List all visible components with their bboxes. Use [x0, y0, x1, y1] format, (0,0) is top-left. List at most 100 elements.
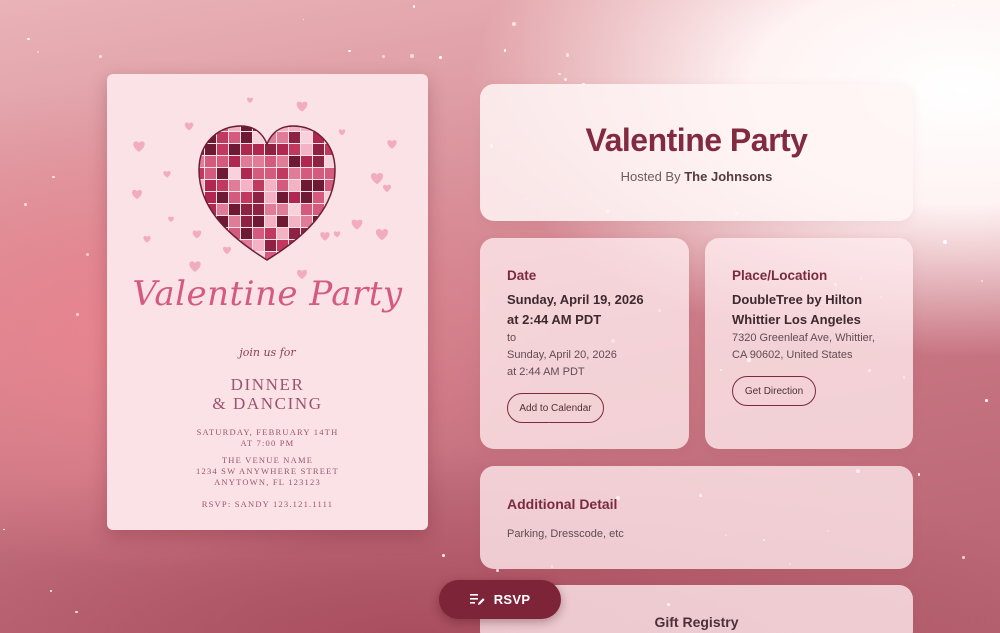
disco-tile — [265, 168, 276, 179]
small-heart — [296, 101, 308, 112]
disco-tile — [265, 216, 276, 227]
disco-tile — [277, 168, 288, 179]
gift-registry-label: Gift Registry — [654, 614, 739, 630]
disco-tile — [229, 144, 240, 155]
disco-tile — [289, 168, 300, 179]
disco-tile — [337, 204, 348, 215]
disco-tile — [289, 216, 300, 227]
sparkle — [2, 528, 5, 531]
start-date: Sunday, April 19, 2026 — [507, 292, 644, 307]
disco-tile — [301, 192, 312, 203]
disco-tile — [217, 252, 228, 260]
hosted-by-label: Hosted By — [620, 169, 681, 184]
sparkle — [564, 77, 568, 81]
disco-tile — [205, 156, 216, 167]
sparkle — [496, 569, 500, 573]
disco-tile — [301, 144, 312, 155]
invitation-venue-name: THE VENUE NAME — [221, 455, 314, 465]
small-heart — [184, 122, 194, 131]
disco-tile — [217, 168, 228, 179]
sparkle — [951, 4, 954, 7]
small-heart — [192, 230, 202, 239]
disco-tile — [277, 192, 288, 203]
disco-tile — [301, 204, 312, 215]
sparkle — [503, 49, 507, 52]
disco-tile — [277, 204, 288, 215]
disco-tile — [199, 126, 204, 131]
disco-tile — [253, 180, 264, 191]
disco-tile — [253, 204, 264, 215]
sparkle — [438, 56, 442, 60]
disco-tile — [337, 120, 348, 131]
sparkle — [348, 50, 351, 53]
disco-tile — [241, 144, 252, 155]
sparkle — [511, 22, 516, 26]
rsvp-button[interactable]: RSVP — [439, 580, 561, 619]
dancing-line: & DANCING — [212, 394, 323, 413]
small-heart — [387, 140, 397, 149]
disco-tile — [301, 132, 312, 143]
disco-tile — [205, 126, 216, 131]
disco-tile — [313, 204, 324, 215]
small-heart — [338, 129, 346, 136]
sparkle — [984, 398, 988, 402]
disco-tile — [313, 168, 324, 179]
small-heart — [143, 236, 151, 243]
disco-tile — [289, 156, 300, 167]
disco-tile — [217, 204, 228, 215]
disco-tile — [325, 252, 335, 260]
disco-tile — [265, 240, 276, 251]
get-direction-button[interactable]: Get Direction — [732, 376, 816, 406]
sparkle — [412, 5, 416, 8]
disco-tile — [313, 144, 324, 155]
disco-tile — [313, 180, 324, 191]
disco-tile — [313, 240, 324, 251]
sparkle — [302, 18, 305, 21]
disco-tile — [199, 216, 204, 227]
disco-tile — [229, 180, 240, 191]
disco-tile — [313, 156, 324, 167]
disco-tile — [265, 144, 276, 155]
disco-tile — [253, 228, 264, 239]
disco-tile — [265, 126, 276, 131]
disco-tile — [337, 156, 348, 167]
dinner-line: DINNER — [230, 375, 305, 394]
disco-tile — [199, 252, 204, 260]
invitation-city: ANYTOWN, FL 123123 — [214, 477, 321, 487]
disco-tile — [301, 168, 312, 179]
sparkle — [962, 556, 965, 560]
additional-detail-label: Additional Detail — [507, 496, 618, 512]
disco-tile — [337, 168, 348, 179]
small-heart — [351, 219, 363, 230]
disco-tile — [301, 180, 312, 191]
disco-tile — [229, 192, 240, 203]
disco-tile — [325, 204, 335, 215]
disco-tile — [241, 192, 252, 203]
start-time: at 2:44 AM PDT — [507, 312, 602, 327]
disco-tile — [277, 228, 288, 239]
disco-tile — [253, 156, 264, 167]
edit-list-icon — [469, 594, 485, 605]
disco-tile — [205, 168, 216, 179]
disco-tile — [289, 180, 300, 191]
disco-tile — [337, 180, 348, 191]
disco-tile — [277, 132, 288, 143]
sparkle — [76, 313, 80, 317]
disco-tile — [289, 132, 300, 143]
invitation-card: Valentine Party join us for DINNER & DAN… — [107, 74, 428, 530]
disco-tile — [217, 180, 228, 191]
disco-tile — [229, 204, 240, 215]
sparkle — [98, 55, 102, 59]
venue-line-2: Whittier Los Angeles — [732, 312, 861, 327]
disco-tile — [229, 252, 240, 260]
disco-tile — [199, 204, 204, 215]
disco-tile — [241, 252, 252, 260]
disco-tile — [325, 240, 335, 251]
disco-tile — [253, 240, 264, 251]
sparkle — [917, 473, 921, 476]
add-to-calendar-button[interactable]: Add to Calendar — [507, 393, 604, 423]
disco-tile — [241, 228, 252, 239]
sparkle — [23, 203, 27, 207]
small-heart — [375, 229, 389, 241]
disco-tile — [205, 216, 216, 227]
